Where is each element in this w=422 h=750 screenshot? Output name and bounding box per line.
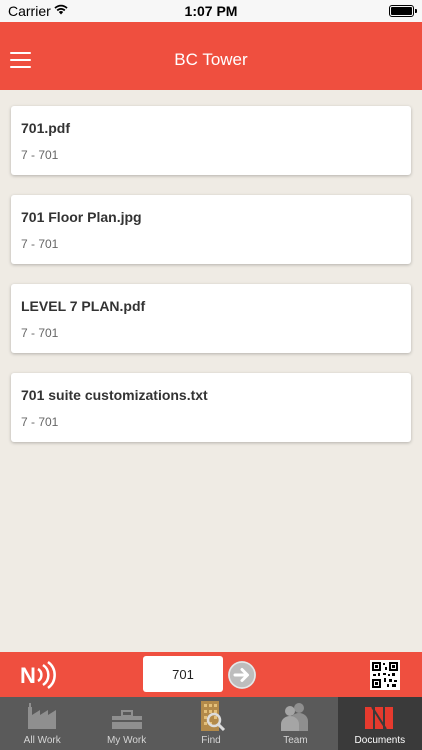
find-building-icon [201,701,226,731]
document-location: 7 - 701 [21,326,59,340]
tab-label: Find [201,735,221,746]
document-list: 701.pdf 7 - 701 701 Floor Plan.jpg 7 - 7… [11,106,411,462]
document-name: 701 suite customizations.txt [21,387,208,403]
document-name: 701.pdf [21,120,71,136]
nav-bar: BC Tower [0,22,422,90]
factory-icon [28,703,57,729]
document-item[interactable]: 701.pdf 7 - 701 [11,106,411,175]
document-location: 7 - 701 [21,415,59,429]
tab-label: Documents [354,735,406,746]
arrow-right-icon[interactable] [228,661,256,689]
tab-documents[interactable]: Documents [337,697,422,750]
page-title: BC Tower [174,50,248,69]
document-location: 7 - 701 [21,148,59,162]
tab-label: My Work [106,735,147,746]
tab-all-work[interactable]: All Work [0,697,84,750]
tab-team[interactable]: Team [253,697,337,750]
svg-text:N: N [20,663,36,688]
document-item[interactable]: 701 Floor Plan.jpg 7 - 701 [11,195,411,264]
unit-input-bar: N [0,652,422,697]
document-item[interactable]: LEVEL 7 PLAN.pdf 7 - 701 [11,284,411,353]
status-time: 1:07 PM [184,3,238,19]
document-name: LEVEL 7 PLAN.pdf [21,298,146,314]
unit-number-input[interactable] [143,656,223,692]
team-icon [281,703,309,731]
qr-code-icon[interactable] [370,660,400,690]
toolbox-icon [111,710,142,729]
tab-bar: All Work My Work Find Team Documents [0,697,422,750]
document-name: 701 Floor Plan.jpg [21,209,142,225]
nfc-icon[interactable]: N [18,660,58,690]
status-bar: Carrier 1:07 PM [0,0,422,22]
tab-my-work[interactable]: My Work [84,697,168,750]
document-item[interactable]: 701 suite customizations.txt 7 - 701 [11,373,411,442]
document-location: 7 - 701 [21,237,59,251]
tab-find[interactable]: Find [169,697,253,750]
tab-label: Team [283,735,308,746]
battery-icon [389,5,417,17]
tab-label: All Work [23,735,61,746]
documents-icon [364,706,393,730]
